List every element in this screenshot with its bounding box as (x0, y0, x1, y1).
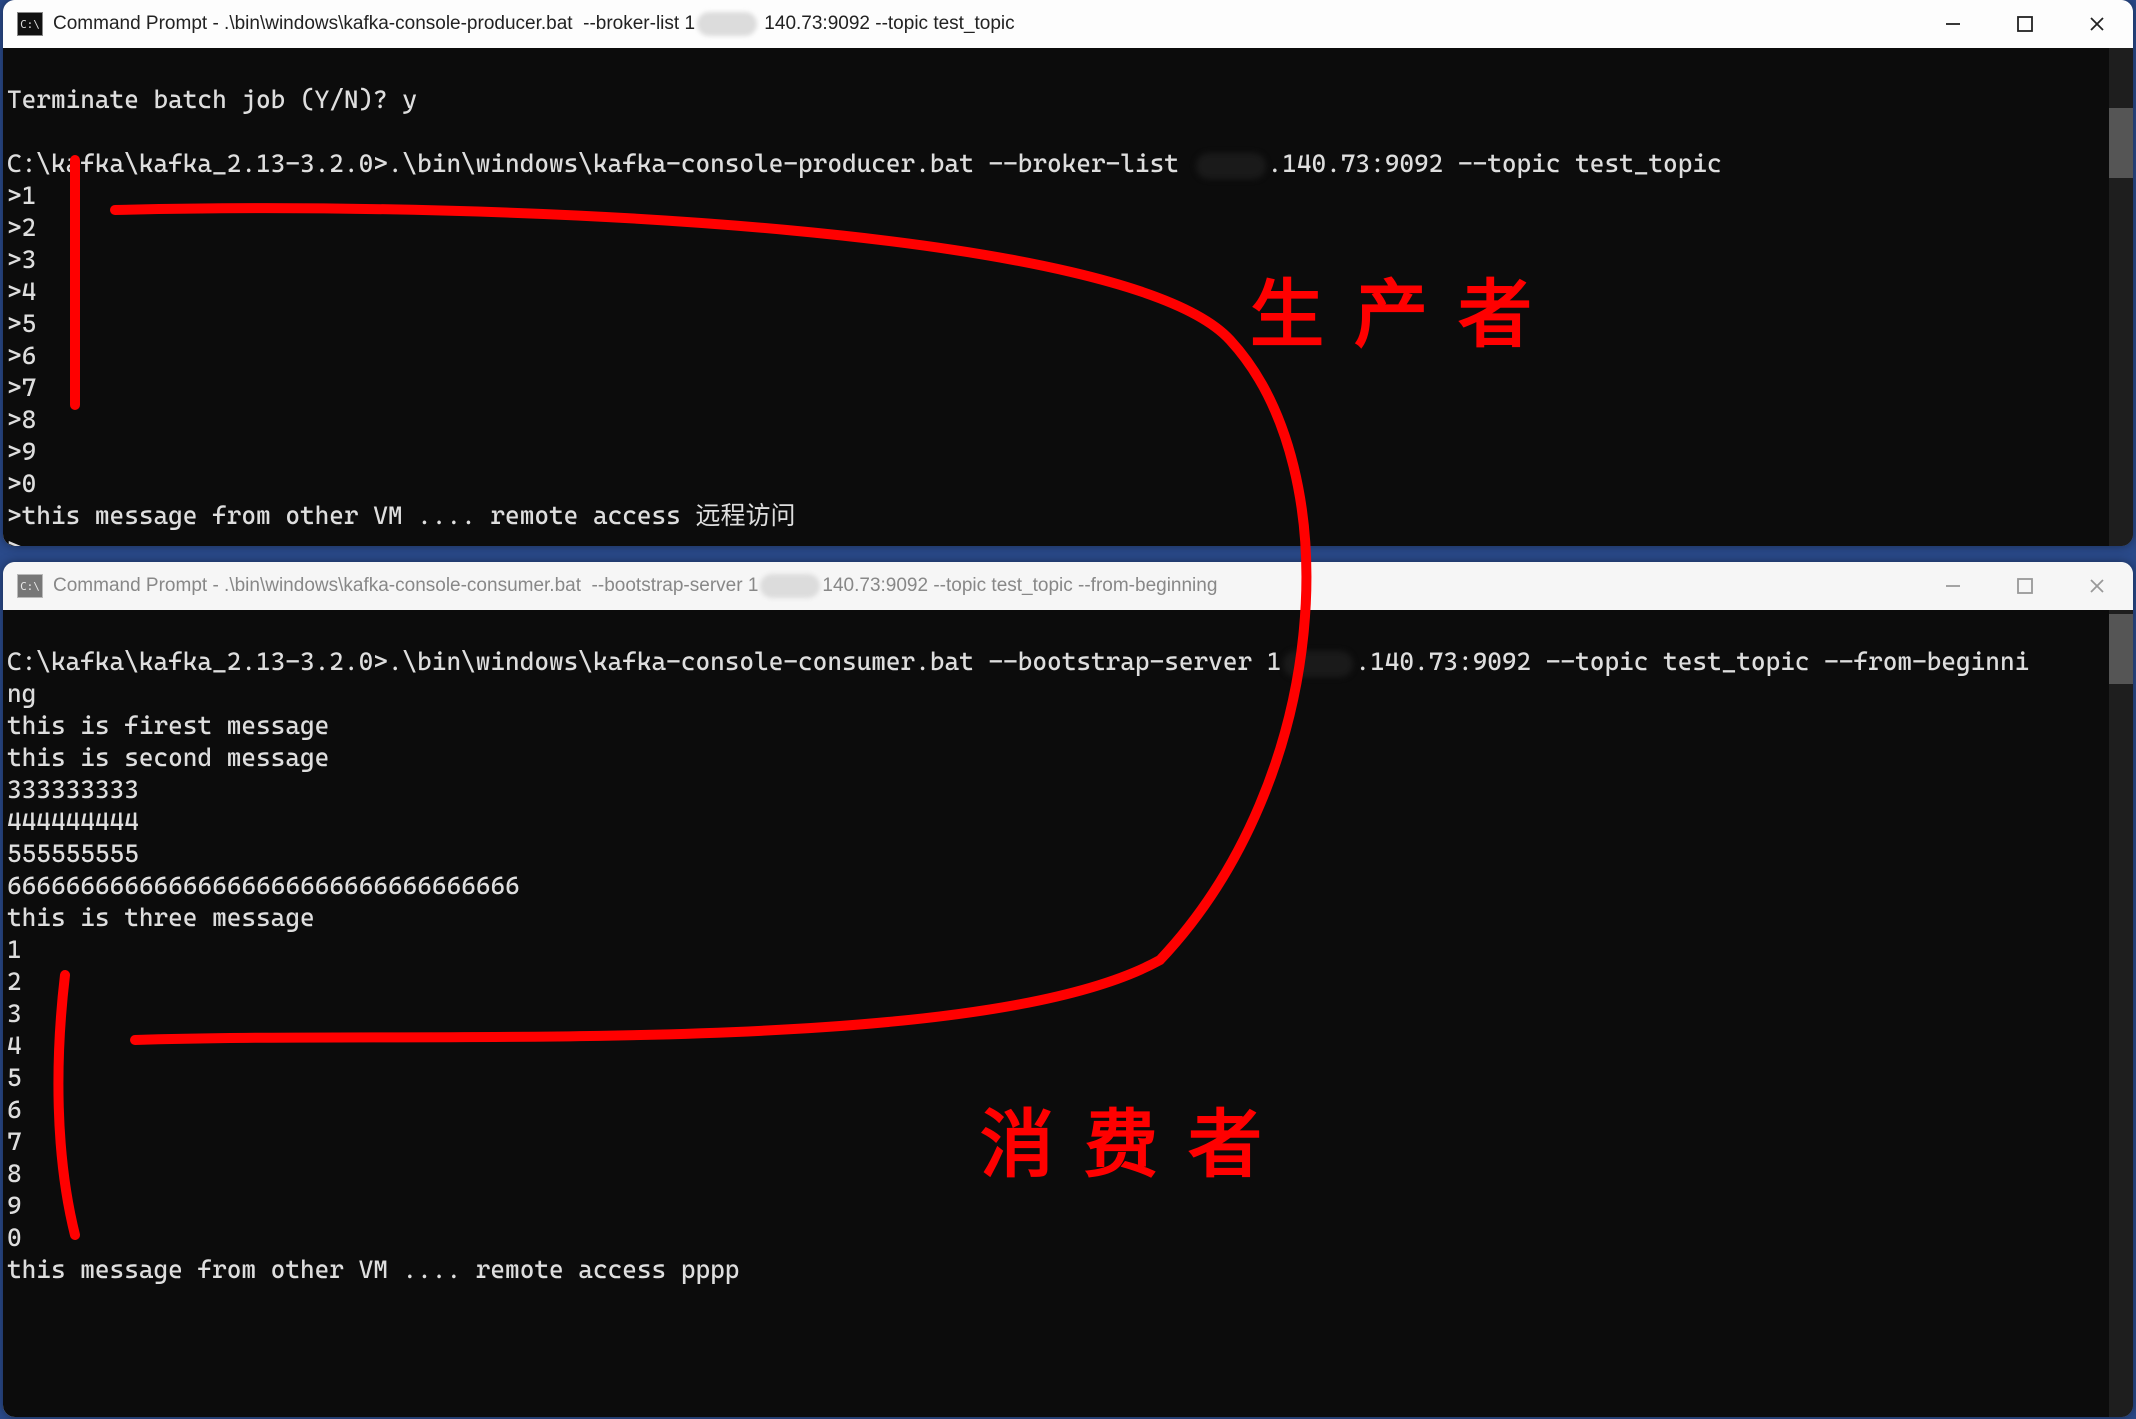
terminal-line: >1 (7, 181, 36, 210)
terminal-cmd-post: .140.73:9092 --topic test_topic --from-b… (1355, 647, 2029, 676)
terminal-line: ng (7, 679, 36, 708)
terminal-line: 1 (7, 935, 22, 964)
producer-title-suffix: 140.73:9092 --topic test_topic (759, 13, 1015, 35)
terminal-path: C:\kafka\kafka_2.13-3.2.0> (7, 647, 388, 676)
terminal-line: this message from other VM .... remote a… (7, 1255, 739, 1284)
scrollbar-thumb[interactable] (2109, 108, 2133, 178)
terminal-line: 9 (7, 1191, 22, 1220)
terminal-line: 4 (7, 1031, 22, 1060)
window-controls (1917, 562, 2133, 610)
terminal-line: 333333333 (7, 775, 139, 804)
terminal-line: 66666666666666666666666666666666666 (7, 871, 520, 900)
window-controls (1917, 0, 2133, 48)
terminal-line: >6 (7, 341, 36, 370)
scrollbar-thumb[interactable] (2109, 614, 2133, 684)
terminal-line: >3 (7, 245, 36, 274)
redacted-ip-mask (697, 12, 757, 36)
minimize-button[interactable] (1917, 0, 1989, 48)
terminal-line: >this message from other VM .... remote … (7, 501, 795, 530)
terminal-line: > (7, 533, 22, 546)
redacted-ip-mask (760, 574, 820, 598)
terminal-line: this is second message (7, 743, 329, 772)
scrollbar-track[interactable] (2109, 610, 2133, 1417)
terminal-line: 6 (7, 1095, 22, 1124)
redacted-ip-mask (1283, 651, 1353, 677)
minimize-button[interactable] (1917, 562, 1989, 610)
consumer-terminal[interactable]: C:\kafka\kafka_2.13-3.2.0>.\bin\windows\… (3, 610, 2133, 1417)
scrollbar-track[interactable] (2109, 48, 2133, 546)
terminal-line: >0 (7, 469, 36, 498)
redacted-ip-mask (1196, 153, 1266, 179)
terminal-line: this is three message (7, 903, 315, 932)
terminal-line: 2 (7, 967, 22, 996)
producer-window: C:\ Command Prompt - .\bin\windows\kafka… (3, 0, 2133, 546)
terminal-line: >9 (7, 437, 36, 466)
terminal-line: >8 (7, 405, 36, 434)
consumer-window: C:\ Command Prompt - .\bin\windows\kafka… (3, 562, 2133, 1417)
terminal-line: 3 (7, 999, 22, 1028)
terminal-line: this is firest message (7, 711, 329, 740)
terminal-line: >7 (7, 373, 36, 402)
cmd-icon: C:\ (17, 12, 43, 36)
terminal-line: >2 (7, 213, 36, 242)
maximize-button[interactable] (1989, 0, 2061, 48)
maximize-button[interactable] (1989, 562, 2061, 610)
close-button[interactable] (2061, 562, 2133, 610)
terminal-line: >5 (7, 309, 36, 338)
close-button[interactable] (2061, 0, 2133, 48)
producer-titlebar[interactable]: C:\ Command Prompt - .\bin\windows\kafka… (3, 0, 2133, 48)
terminal-line: 0 (7, 1223, 22, 1252)
terminal-line: 7 (7, 1127, 22, 1156)
terminal-line: 555555555 (7, 839, 139, 868)
producer-terminal[interactable]: Terminate batch job (Y/N)? y C:\kafka\ka… (3, 48, 2133, 546)
terminal-line: >4 (7, 277, 36, 306)
terminal-line: 8 (7, 1159, 22, 1188)
consumer-title-prefix: Command Prompt - .\bin\windows\kafka-con… (53, 575, 758, 597)
consumer-titlebar[interactable]: C:\ Command Prompt - .\bin\windows\kafka… (3, 562, 2133, 610)
cmd-icon: C:\ (17, 574, 43, 598)
terminal-path: C:\kafka\kafka_2.13-3.2.0> (7, 149, 388, 178)
terminal-cmd-pre: .\bin\windows\kafka-console-consumer.bat… (388, 647, 1282, 676)
terminal-line: 5 (7, 1063, 22, 1092)
terminal-line: 444444444 (7, 807, 139, 836)
producer-title-prefix: Command Prompt - .\bin\windows\kafka-con… (53, 13, 695, 35)
consumer-title-suffix: 140.73:9092 --topic test_topic --from-be… (822, 575, 1217, 597)
terminal-cmd-post: .140.73:9092 --topic test_topic (1268, 149, 1722, 178)
terminal-line: Terminate batch job (Y/N)? y (7, 85, 417, 114)
terminal-cmd-pre: .\bin\windows\kafka-console-producer.bat… (388, 149, 1194, 178)
